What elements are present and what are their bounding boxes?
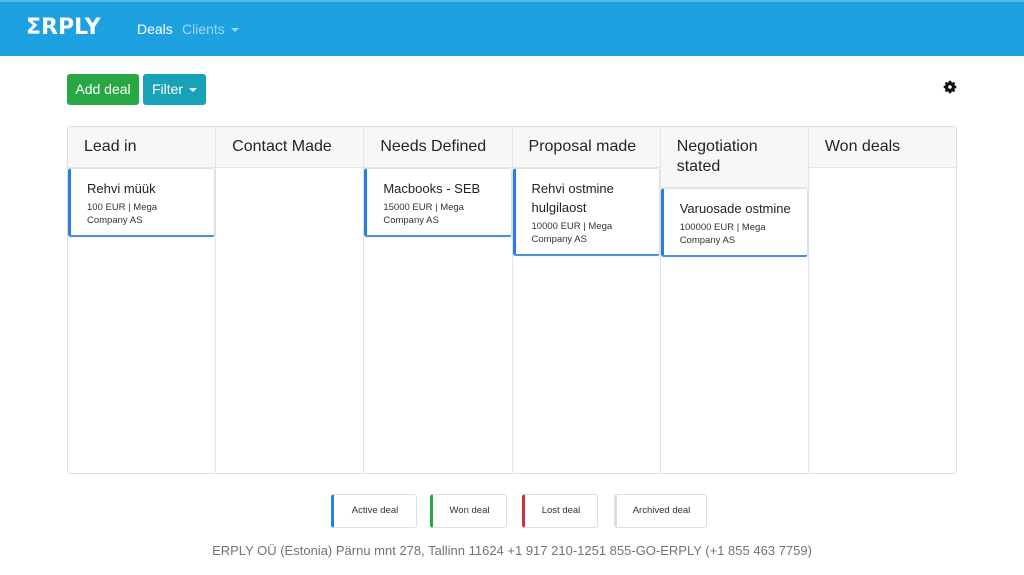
column-header: Needs Defined [364, 127, 512, 168]
column-header: Contact Made [216, 127, 364, 168]
deal-title: Rehvi müük [87, 181, 156, 196]
column-contact-made: Contact Made [216, 127, 365, 473]
deal-title: Varuosade ostmine [679, 201, 791, 216]
column-won-deals: Won deals [808, 127, 957, 473]
filter-label: Filter [151, 81, 184, 97]
deals-board: Lead in Rehvi müük 100 EUR | Mega Compan… [67, 126, 957, 474]
column-header: Negotiation stated [660, 127, 808, 188]
column-header: Lead in [68, 127, 216, 168]
add-deal-button[interactable]: Add deal [67, 74, 139, 105]
nav-deals[interactable]: Deals [137, 21, 173, 37]
filter-button[interactable]: Filter [143, 74, 206, 105]
deal-card[interactable]: Rehvi müük 100 EUR | Mega Company AS [68, 168, 216, 237]
deal-details: 15000 EUR | Mega Company AS [383, 202, 464, 226]
deal-details: 100 EUR | Mega Company AS [87, 202, 158, 226]
deal-title: Macbooks - SEB [383, 181, 481, 196]
footer-contact: ERPLY OÜ (Estonia) Pärnu mnt 278, Tallin… [212, 543, 812, 558]
deal-details: 10000 EUR | Mega Company AS [531, 221, 613, 245]
legend-active-deal: Active deal [331, 494, 417, 528]
deal-details: 100000 EUR | Mega Company AS [679, 222, 766, 246]
top-navbar: ΣRPLY Deals Clients [0, 0, 1024, 56]
nav-clients-label: Clients [182, 21, 225, 37]
legend-won-deal: Won deal [430, 494, 507, 528]
deal-title: Rehvi ostmine hulgilaost [531, 181, 614, 215]
chevron-down-icon [230, 28, 239, 33]
column-header: Won deals [808, 127, 957, 168]
column-needs-defined: Needs Defined Macbooks - SEB 15000 EUR |… [364, 127, 513, 473]
nav-clients-dropdown[interactable]: Clients [182, 21, 239, 37]
chevron-down-icon [189, 88, 198, 93]
erply-logo[interactable]: ΣRPLY [26, 15, 101, 40]
gear-icon[interactable] [942, 79, 958, 95]
legend-lost-deal: Lost deal [522, 494, 598, 528]
column-negotiation-stated: Negotiation stated Varuosade ostmine 100… [660, 127, 809, 473]
column-lead-in: Lead in Rehvi müük 100 EUR | Mega Compan… [68, 127, 217, 473]
column-header: Proposal made [512, 127, 660, 168]
deal-card[interactable]: Macbooks - SEB 15000 EUR | Mega Company … [364, 168, 512, 237]
deal-card[interactable]: Varuosade ostmine 100000 EUR | Mega Comp… [660, 188, 808, 257]
deal-card[interactable]: Rehvi ostmine hulgilaost 10000 EUR | Meg… [512, 168, 660, 256]
legend-archived-deal: Archived deal [614, 494, 707, 528]
column-proposal-made: Proposal made Rehvi ostmine hulgilaost 1… [512, 127, 661, 473]
